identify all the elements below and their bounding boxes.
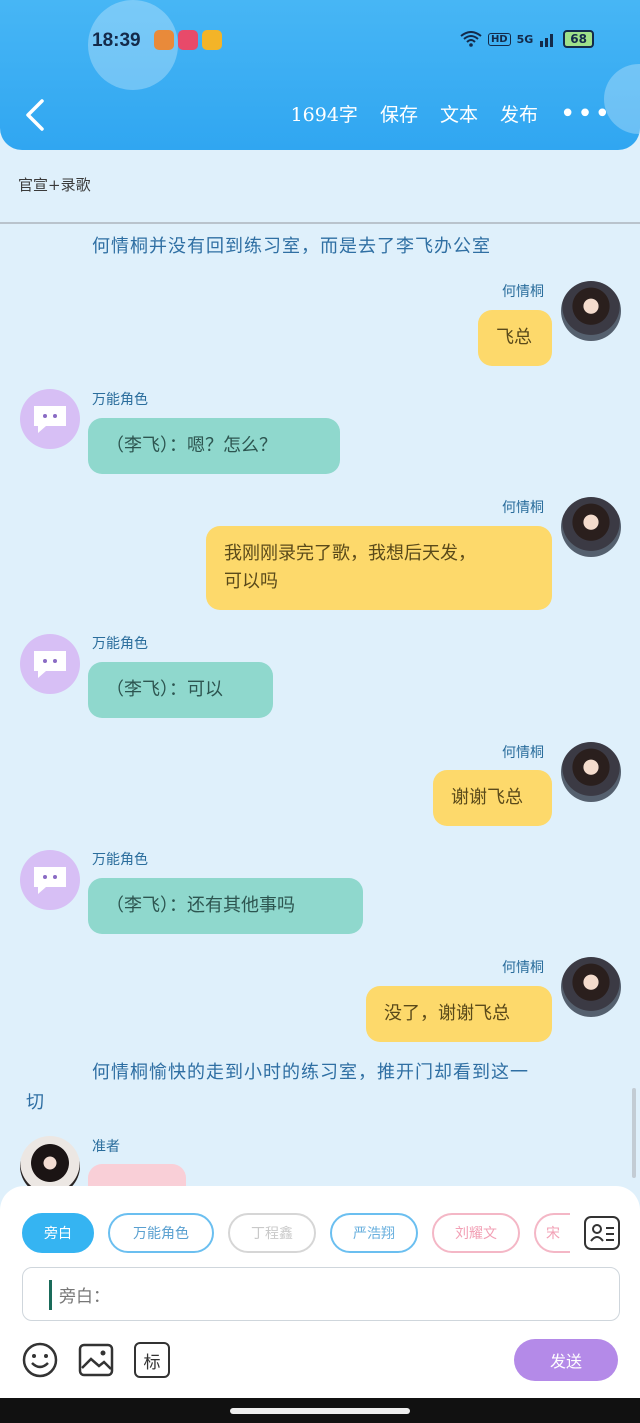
wifi-icon [460, 31, 482, 47]
message-line: 我刚刚录完了歌，我想后天发， [224, 543, 476, 564]
avatar[interactable] [561, 281, 621, 341]
text-caret [49, 1280, 52, 1310]
message-bubble[interactable]: （李飞）：嗯？怎么？ [88, 418, 340, 474]
battery-indicator: 68 [563, 30, 594, 48]
chip-character[interactable]: 丁程鑫 [228, 1213, 316, 1253]
status-time: 18:39 [92, 30, 141, 51]
send-button[interactable]: 发送 [514, 1339, 618, 1381]
story-tagline: 官宣+录歌 [18, 176, 91, 194]
divider [0, 222, 640, 224]
character-card-icon[interactable] [584, 1216, 620, 1250]
chat-face-icon [34, 867, 66, 894]
chat-face-icon [34, 406, 66, 433]
system-indicators: HD 5G 68 [460, 30, 594, 48]
message-bubble[interactable]: 谢谢飞总 [433, 770, 552, 826]
narration-text: 何情桐愉快的走到小时的练习室，推开门却看到这一 [92, 1062, 529, 1083]
header-toolbar: 1694字 保存 文本 发布 ••• [291, 100, 612, 127]
emoji-icon[interactable] [22, 1342, 58, 1378]
image-icon[interactable] [78, 1342, 114, 1378]
status-bar: 18:39 HD 5G 68 [0, 28, 640, 54]
notification-icons [154, 30, 222, 50]
home-indicator[interactable] [230, 1408, 410, 1414]
publish-button[interactable]: 发布 [500, 100, 538, 127]
hd-badge: HD [487, 32, 511, 46]
message-bubble[interactable]: （李飞）：还有其他事吗 [88, 878, 363, 934]
save-button[interactable]: 保存 [380, 100, 418, 127]
message-bubble[interactable]: 没了，谢谢飞总 [366, 986, 552, 1042]
message-line: 可以吗 [224, 571, 278, 592]
narration-text: 切 [26, 1092, 45, 1113]
chip-universal-role[interactable]: 万能角色 [108, 1213, 214, 1253]
game-app-icon [154, 30, 174, 50]
role-avatar[interactable] [20, 634, 80, 694]
chip-character[interactable]: 刘耀文 [432, 1213, 520, 1253]
chip-character[interactable]: 宋 [534, 1213, 570, 1253]
avatar[interactable] [561, 742, 621, 802]
avatar[interactable] [561, 957, 621, 1017]
sender-name: 何情桐 [502, 500, 544, 516]
tag-icon[interactable]: 标 [134, 1342, 170, 1378]
text-button[interactable]: 文本 [440, 100, 478, 127]
sender-name: 万能角色 [92, 392, 148, 408]
chat-face-icon [34, 651, 66, 678]
more-options-icon[interactable]: ••• [560, 101, 612, 127]
avatar[interactable] [561, 497, 621, 557]
back-arrow-icon[interactable] [20, 98, 50, 132]
role-avatar[interactable] [20, 389, 80, 449]
chip-character[interactable]: 严浩翔 [330, 1213, 418, 1253]
sender-name: 万能角色 [92, 636, 148, 652]
input-placeholder: 旁白： [59, 1287, 110, 1307]
sender-name: 何情桐 [502, 284, 544, 300]
chip-narrator[interactable]: 旁白 [22, 1213, 94, 1253]
redbook-app-icon [178, 30, 198, 50]
sender-name: 准者 [92, 1139, 120, 1155]
word-count: 1694字 [290, 104, 358, 126]
network-label: 5G [516, 32, 534, 46]
message-bubble[interactable]: 我刚刚录完了歌，我想后天发， 可以吗 [206, 526, 552, 610]
sender-name: 万能角色 [92, 852, 148, 868]
signal-icon [540, 34, 554, 47]
scrollbar[interactable] [632, 1088, 636, 1178]
message-bubble[interactable]: （李飞）：可以 [88, 662, 273, 718]
weibo-app-icon [202, 30, 222, 50]
message-bubble[interactable]: 飞总 [478, 310, 552, 366]
app-header: 18:39 HD 5G 68 1694字 保存 文本 发布 ••• [0, 0, 640, 150]
narration-text: 何情桐并没有回到练习室，而是去了李飞办公室 [92, 236, 491, 257]
sender-name: 何情桐 [502, 745, 544, 761]
role-avatar[interactable] [20, 850, 80, 910]
sender-name: 何情桐 [502, 960, 544, 976]
message-input[interactable]: 旁白： [22, 1267, 620, 1321]
